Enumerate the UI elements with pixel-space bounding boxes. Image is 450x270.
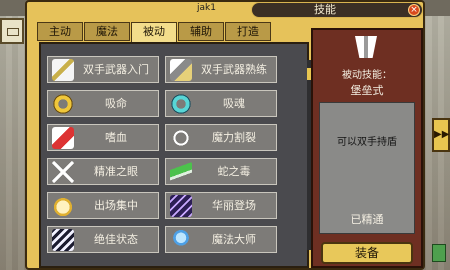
skill-type-label: 被动技能： bbox=[342, 70, 392, 81]
bastion-shield-icon bbox=[355, 36, 377, 58]
skill-item[interactable]: 精准之眼 bbox=[47, 158, 159, 185]
skill-label: 嗜血 bbox=[105, 131, 127, 144]
skill-label: 精准之眼 bbox=[94, 165, 138, 178]
snake-dagger-icon bbox=[170, 161, 192, 183]
skill-label: 吸命 bbox=[105, 97, 127, 110]
two-hand-sword-icon bbox=[52, 59, 74, 81]
cyan-ring-icon bbox=[170, 93, 192, 115]
skill-label: 出场集中 bbox=[94, 199, 138, 212]
skill-item[interactable]: 魔力割裂 bbox=[165, 124, 277, 151]
purple-slash-icon bbox=[170, 195, 192, 217]
skill-detail-panel: 被动技能： 堡垒式 可以双手持盾 已精通 装备 bbox=[311, 28, 423, 268]
detail-header: 被动技能： 堡垒式 bbox=[317, 32, 417, 97]
window-title-bar: 技能 × bbox=[251, 2, 423, 18]
double-arrow-icon: ▶▶ bbox=[434, 129, 450, 140]
expand-arrow-button[interactable]: ▶▶ bbox=[432, 118, 450, 152]
skill-label: 绝佳状态 bbox=[94, 233, 138, 246]
close-icon: × bbox=[410, 5, 418, 15]
skill-item[interactable]: 魔法大师 bbox=[165, 226, 277, 253]
mastery-status: 已精通 bbox=[350, 213, 384, 226]
skill-label: 双手武器熟练 bbox=[201, 63, 267, 76]
tab-magic[interactable]: 魔法 bbox=[84, 22, 130, 41]
skill-tabs: 主动 魔法 被动 辅助 打造 bbox=[37, 22, 272, 43]
skill-item[interactable]: 华丽登场 bbox=[165, 192, 277, 219]
tab-crafting[interactable]: 打造 bbox=[225, 22, 271, 41]
skill-item[interactable]: 出场集中 bbox=[47, 192, 159, 219]
close-button[interactable]: × bbox=[408, 4, 420, 16]
skill-label: 华丽登场 bbox=[212, 199, 256, 212]
tab-support[interactable]: 辅助 bbox=[178, 22, 224, 41]
skill-item[interactable]: 蛇之毒 bbox=[165, 158, 277, 185]
tab-active[interactable]: 主动 bbox=[37, 22, 83, 41]
player-name: jak1 bbox=[197, 3, 216, 13]
window-title: 技能 bbox=[314, 3, 336, 16]
skill-item[interactable]: 双手武器入门 bbox=[47, 56, 159, 83]
blood-blade-icon bbox=[52, 127, 74, 149]
crossed-blades-icon bbox=[52, 161, 74, 183]
skill-item[interactable]: 嗜血 bbox=[47, 124, 159, 151]
skill-label: 蛇之毒 bbox=[217, 165, 251, 178]
focus-face-icon bbox=[52, 195, 74, 217]
skill-label: 吸魂 bbox=[223, 97, 245, 110]
skill-description: 可以双手持盾 bbox=[337, 137, 397, 148]
skill-item[interactable]: 绝佳状态 bbox=[47, 226, 159, 253]
skill-item[interactable]: 双手武器熟练 bbox=[165, 56, 277, 83]
tree-icon bbox=[432, 244, 446, 262]
gold-ring-icon bbox=[52, 93, 74, 115]
skill-label: 魔法大师 bbox=[212, 233, 256, 246]
skill-item[interactable]: 吸魂 bbox=[165, 90, 277, 117]
skill-label: 魔力割裂 bbox=[212, 131, 256, 144]
equip-button[interactable]: 装备 bbox=[321, 242, 413, 264]
skill-name: 堡垒式 bbox=[350, 84, 384, 97]
skill-item[interactable]: 吸命 bbox=[47, 90, 159, 117]
skill-list: 双手武器入门 双手武器熟练 吸命 吸魂 嗜血 魔力割裂 精准之眼 蛇之毒 出场集… bbox=[39, 42, 312, 268]
skill-description-box: 可以双手持盾 已精通 bbox=[319, 102, 415, 234]
skill-label: 双手武器入门 bbox=[83, 63, 149, 76]
mana-swirl-icon bbox=[170, 127, 192, 149]
magic-orb-icon bbox=[170, 229, 192, 251]
skills-window: jak1 技能 × 主动 魔法 被动 辅助 打造 双手武器入门 双手武器熟练 吸… bbox=[25, 0, 425, 270]
left-menu-button[interactable] bbox=[0, 18, 24, 44]
sword-icon bbox=[170, 59, 192, 81]
white-slash-icon bbox=[52, 229, 74, 251]
tab-passive[interactable]: 被动 bbox=[131, 22, 177, 43]
